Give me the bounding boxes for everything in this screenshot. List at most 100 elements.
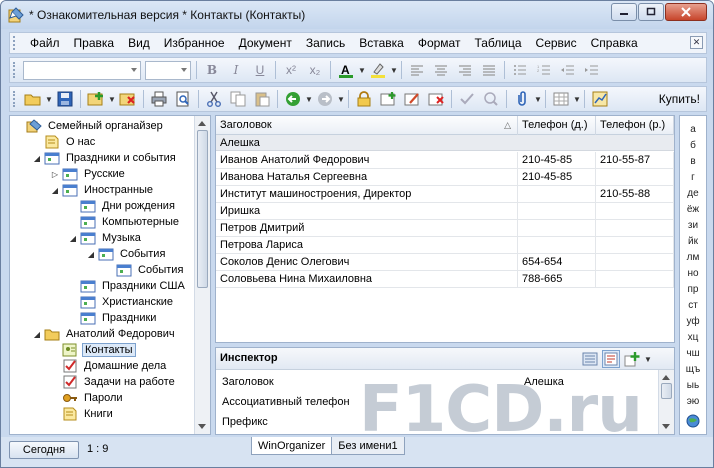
inspector-row[interactable]: Ассоциативный телефон: [216, 392, 656, 412]
tree-item[interactable]: Дни рождения: [68, 198, 177, 214]
close-button[interactable]: [665, 3, 707, 21]
table-icon[interactable]: [551, 89, 571, 109]
today-button[interactable]: Сегодня: [9, 441, 79, 459]
align-left-icon[interactable]: [407, 60, 427, 80]
cell-home-phone[interactable]: [518, 237, 596, 253]
alphabet-letter[interactable]: ёж: [680, 204, 706, 216]
table-row[interactable]: Иванов Анатолий Федорович 210-45-85 210-55…: [216, 152, 674, 169]
tree-item[interactable]: Семейный органайзер: [14, 118, 165, 134]
alphabet-letter[interactable]: но: [680, 268, 706, 280]
cell-home-phone[interactable]: [518, 203, 596, 219]
column-title[interactable]: Заголовок △: [216, 116, 518, 135]
back-dropdown-icon[interactable]: ▼: [305, 95, 313, 104]
print-icon[interactable]: [149, 89, 169, 109]
font-size-combo[interactable]: [145, 60, 191, 80]
scroll-up-icon[interactable]: [198, 121, 206, 126]
edit-field-icon[interactable]: [402, 89, 422, 109]
expand-arrow-icon[interactable]: ◢: [50, 186, 60, 195]
alphabet-letter[interactable]: чш: [680, 348, 706, 360]
add-property-dropdown-icon[interactable]: ▼: [644, 355, 652, 364]
inspector-row[interactable]: Префикс: [216, 412, 656, 432]
cell-work-phone[interactable]: [596, 220, 674, 236]
cell-home-phone[interactable]: [518, 220, 596, 236]
alphabet-letter[interactable]: г: [680, 172, 706, 184]
bullet-list-icon[interactable]: [510, 60, 530, 80]
numbered-list-icon[interactable]: 12: [534, 60, 554, 80]
cell-title[interactable]: Петров Дмитрий: [216, 220, 518, 236]
maximize-button[interactable]: [638, 3, 664, 21]
tree-item[interactable]: ◢ Музыка: [68, 230, 143, 246]
cell-home-phone[interactable]: [518, 186, 596, 202]
align-right-icon[interactable]: [455, 60, 475, 80]
cell-title[interactable]: Соколов Денис Олегович: [216, 254, 518, 270]
new-record-icon[interactable]: [86, 89, 106, 109]
property-value[interactable]: Алешка: [524, 372, 564, 392]
minimize-button[interactable]: [611, 3, 637, 21]
inspector-scrollbar[interactable]: [658, 370, 674, 434]
cell-work-phone[interactable]: [596, 271, 674, 287]
column-work-phone[interactable]: Телефон (р.): [596, 116, 674, 135]
tree-item[interactable]: Христианские: [68, 294, 175, 310]
lock-icon[interactable]: [354, 89, 374, 109]
attach-dropdown-icon[interactable]: ▼: [534, 95, 542, 104]
column-home-phone[interactable]: Телефон (д.): [518, 116, 596, 135]
tree-item[interactable]: Праздники США: [68, 278, 187, 294]
indent-icon[interactable]: [582, 60, 602, 80]
alphabet-letter[interactable]: в: [680, 156, 706, 168]
tree-item[interactable]: Задачи на работе: [50, 374, 177, 390]
highlight-icon[interactable]: [368, 60, 388, 80]
table-row[interactable]: Иванова Наталья Сергеевна 210-45-85: [216, 169, 674, 186]
alphabet-letter[interactable]: ст: [680, 300, 706, 312]
tab-untitled[interactable]: Без имени1: [331, 437, 405, 455]
attach-icon[interactable]: [512, 89, 532, 109]
back-icon[interactable]: [283, 89, 303, 109]
cell-home-phone[interactable]: 210-45-85: [518, 169, 596, 185]
tree-scrollbar[interactable]: [194, 116, 210, 434]
alphabet-letter[interactable]: эю: [680, 396, 706, 408]
expand-arrow-icon[interactable]: ◢: [32, 330, 42, 339]
menu-format[interactable]: Формат: [411, 33, 468, 53]
scroll-down-icon[interactable]: [662, 424, 670, 429]
alphabet-letter[interactable]: ыь: [680, 380, 706, 392]
tree-item[interactable]: Контакты: [50, 342, 136, 358]
open-folder-icon[interactable]: [23, 89, 43, 109]
table-row[interactable]: Соловьева Нина Михаиловна 788-665: [216, 271, 674, 288]
cut-icon[interactable]: [204, 89, 224, 109]
spellcheck-icon[interactable]: [481, 89, 501, 109]
underline-icon[interactable]: U: [250, 60, 270, 80]
cell-home-phone[interactable]: 210-45-85: [518, 152, 596, 168]
alphabet-letter[interactable]: уф: [680, 316, 706, 328]
buy-button[interactable]: Купить!: [659, 92, 700, 106]
superscript-icon[interactable]: x²: [281, 60, 301, 80]
align-justify-icon[interactable]: [479, 60, 499, 80]
subscript-icon[interactable]: x₂: [305, 60, 325, 80]
add-field-icon[interactable]: [378, 89, 398, 109]
cell-home-phone[interactable]: 654-654: [518, 254, 596, 270]
expand-arrow-icon[interactable]: ◢: [68, 234, 78, 243]
list-view-icon[interactable]: [581, 350, 599, 368]
alphabet-letter[interactable]: пр: [680, 284, 706, 296]
menu-file[interactable]: Файл: [23, 33, 67, 53]
font-name-combo[interactable]: [23, 60, 141, 80]
expand-arrow-icon[interactable]: ▷: [50, 170, 60, 179]
cell-work-phone[interactable]: [596, 237, 674, 253]
alphabet-letter[interactable]: хц: [680, 332, 706, 344]
alphabet-letter[interactable]: б: [680, 140, 706, 152]
table-row[interactable]: Петров Дмитрий: [216, 220, 674, 237]
card-view-icon[interactable]: [602, 350, 620, 368]
alphabet-letter[interactable]: зи: [680, 220, 706, 232]
tree-item[interactable]: ▷ Русские: [50, 166, 127, 182]
bold-icon[interactable]: B: [202, 60, 222, 80]
save-icon[interactable]: [55, 89, 75, 109]
add-property-icon[interactable]: [623, 350, 641, 368]
menu-help[interactable]: Справка: [584, 33, 645, 53]
menu-view[interactable]: Вид: [121, 33, 157, 53]
alphabet-letter[interactable]: лм: [680, 252, 706, 264]
cell-work-phone[interactable]: [596, 169, 674, 185]
menu-tools[interactable]: Сервис: [529, 33, 584, 53]
menu-edit[interactable]: Правка: [67, 33, 122, 53]
scroll-thumb[interactable]: [197, 130, 208, 288]
tree-item[interactable]: ◢ События: [86, 246, 167, 262]
tree-item[interactable]: События: [104, 262, 185, 278]
cell-work-phone[interactable]: [596, 254, 674, 270]
